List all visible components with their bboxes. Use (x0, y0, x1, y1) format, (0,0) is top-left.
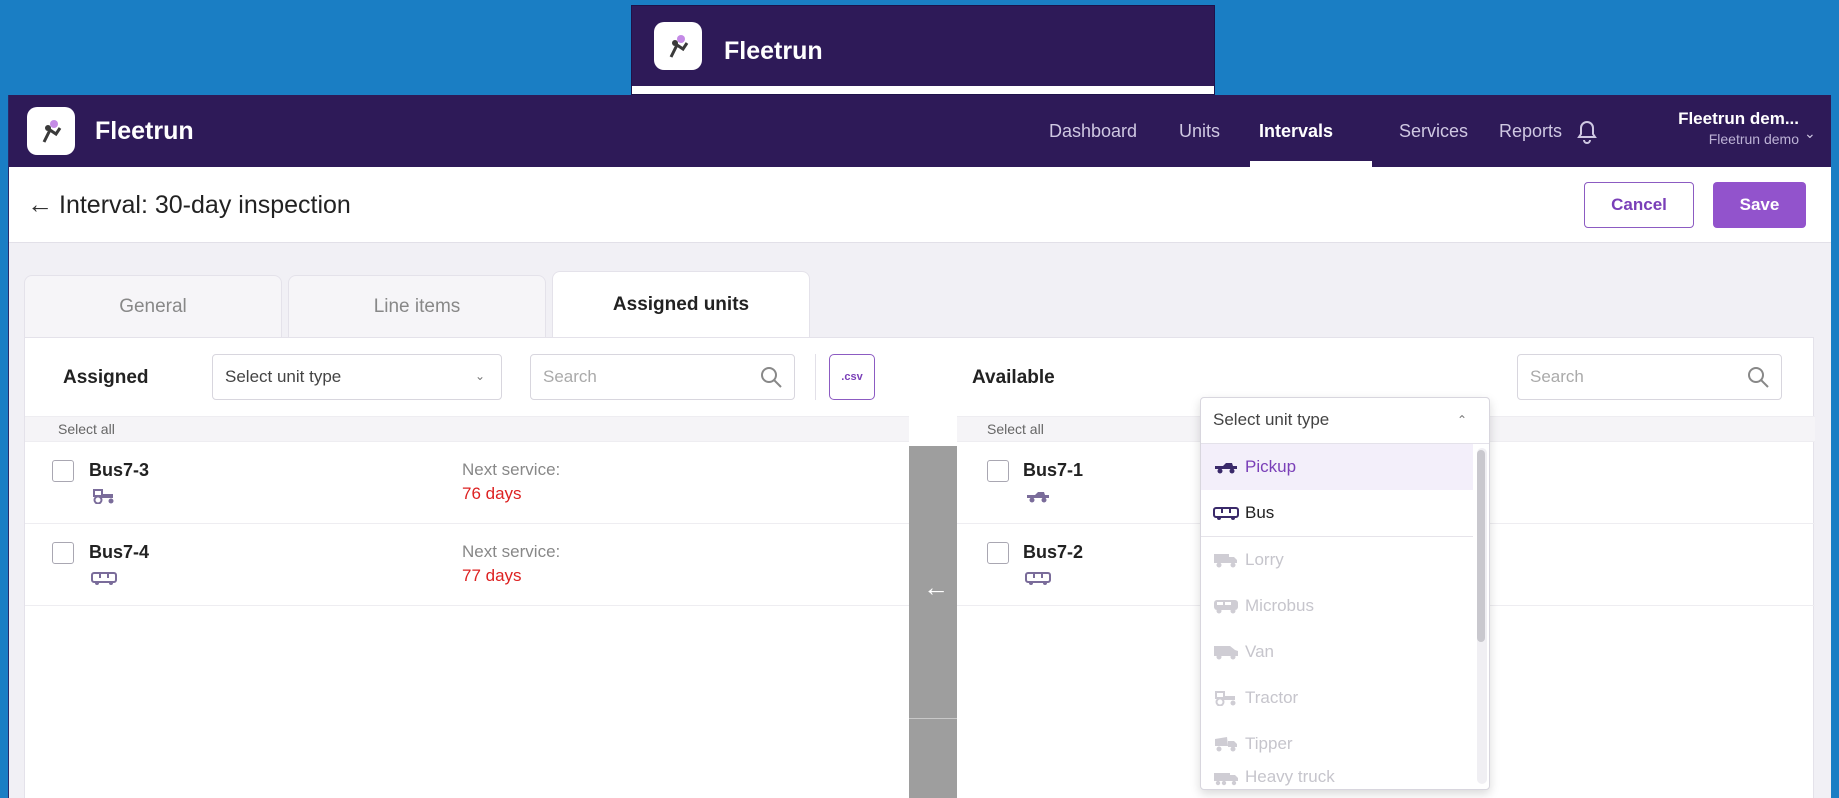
search-icon (1748, 367, 1769, 388)
user-name: Fleetrun dem... (1678, 109, 1799, 128)
option-label: Microbus (1245, 596, 1314, 615)
next-service-value: 76 days (462, 484, 522, 503)
option-pickup[interactable]: Pickup (1201, 444, 1473, 490)
next-service-label: Next service: (462, 460, 561, 479)
divider (909, 718, 957, 719)
option-label: Tipper (1245, 734, 1293, 753)
option-label: Heavy truck (1245, 767, 1335, 786)
divider (815, 354, 816, 400)
app-logo-icon[interactable] (27, 107, 75, 155)
row-checkbox[interactable] (52, 460, 74, 482)
unit-name: Bus7-2 (1023, 542, 1084, 562)
chevron-up-icon: ⌃ (1456, 413, 1467, 427)
next-service-label: Next service: (462, 542, 561, 561)
tab-line-items[interactable]: Line items (288, 275, 546, 337)
option-label: Van (1245, 642, 1274, 661)
search-icon (761, 367, 782, 388)
assigned-units-panel: Assigned Select unit type ⌄ Search .csv … (24, 337, 1815, 798)
bus-icon (91, 572, 117, 585)
table-row[interactable]: Bus7-3 Next service: 76 days (25, 442, 909, 524)
lorry-icon (1214, 554, 1237, 568)
unit-name: Bus7-1 (1023, 460, 1084, 480)
tractor-icon (93, 489, 114, 504)
option-label: Lorry (1245, 550, 1284, 569)
assigned-unit-type-select[interactable]: Select unit type ⌄ (212, 354, 502, 400)
user-menu[interactable]: Fleetrun dem... Fleetrun demo (1659, 109, 1799, 147)
background-window: Fleetrun (631, 5, 1215, 95)
microbus-icon (1214, 600, 1238, 614)
assigned-label: Assigned (63, 367, 149, 388)
option-heavy-truck: Heavy truck (1201, 767, 1473, 789)
app-window: Fleetrun Dashboard Units Intervals Servi… (8, 95, 1831, 798)
page-header: ← Interval: 30-day inspection Cancel Sav… (9, 167, 1831, 243)
unit-name: Bus7-4 (89, 542, 150, 562)
option-label: Bus (1245, 503, 1275, 522)
option-label: Tractor (1245, 688, 1299, 707)
unit-name: Bus7-3 (89, 460, 150, 480)
bus-icon (1025, 572, 1051, 585)
unit-type-dropdown[interactable]: Select unit type ⌃ Pickup Bus Lorry Micr… (1200, 397, 1490, 790)
select-value: Select unit type (225, 367, 342, 386)
option-tipper: Tipper (1201, 721, 1473, 767)
table-row[interactable]: Bus7-4 Next service: 77 days (25, 524, 909, 606)
search-placeholder: Search (1530, 367, 1584, 386)
csv-export-button[interactable]: .csv (829, 354, 875, 400)
van-icon (1214, 646, 1238, 660)
chevron-down-icon: ⌄ (474, 369, 485, 383)
transfer-column: ← (909, 446, 957, 798)
top-navbar: Fleetrun Dashboard Units Intervals Servi… (9, 95, 1831, 167)
option-bus[interactable]: Bus (1201, 490, 1473, 536)
available-unit-type-select[interactable]: Select unit type ⌃ (1201, 398, 1489, 444)
next-service-value: 77 days (462, 566, 522, 585)
row-checkbox[interactable] (52, 542, 74, 564)
option-lorry: Lorry (1201, 537, 1473, 583)
bus-icon (1213, 507, 1239, 520)
nav-reports[interactable]: Reports (1499, 95, 1562, 167)
save-button[interactable]: Save (1713, 182, 1806, 228)
app-brand[interactable]: Fleetrun (95, 117, 194, 146)
option-tractor: Tractor (1201, 675, 1473, 721)
nav-intervals[interactable]: Intervals (1259, 95, 1333, 167)
chevron-down-icon[interactable]: ⌄ (1804, 125, 1816, 142)
available-label: Available (972, 367, 1055, 388)
option-van: Van (1201, 629, 1473, 675)
arrow-left-icon[interactable]: ← (27, 191, 53, 217)
row-checkbox[interactable] (987, 542, 1009, 564)
tab-general[interactable]: General (24, 275, 282, 337)
select-value: Select unit type (1213, 410, 1330, 429)
option-microbus: Microbus (1201, 583, 1473, 629)
nav-services[interactable]: Services (1399, 95, 1468, 167)
app-logo-icon (654, 22, 702, 70)
assigned-select-all[interactable]: Select all (25, 416, 909, 442)
search-placeholder: Search (543, 367, 597, 386)
pickup-icon (1027, 492, 1049, 503)
tractor-icon (1215, 691, 1236, 706)
available-search-input[interactable]: Search (1517, 354, 1782, 400)
option-label: Pickup (1245, 457, 1297, 476)
tab-assigned-units[interactable]: Assigned units (552, 271, 810, 337)
page-title: Interval: 30-day inspection (59, 191, 351, 219)
arrow-left-icon[interactable]: ← (923, 572, 949, 603)
bell-icon[interactable] (1574, 117, 1600, 145)
heavy-truck-icon (1214, 773, 1238, 786)
window-strip (632, 86, 1214, 94)
user-account: Fleetrun demo (1708, 131, 1799, 147)
nav-dashboard[interactable]: Dashboard (1049, 95, 1137, 167)
assigned-search-input[interactable]: Search (530, 354, 795, 400)
cancel-button[interactable]: Cancel (1584, 182, 1694, 228)
tipper-icon (1215, 737, 1237, 752)
scrollbar-thumb[interactable] (1477, 450, 1485, 642)
row-checkbox[interactable] (987, 460, 1009, 482)
app-brand: Fleetrun (724, 37, 823, 65)
nav-units[interactable]: Units (1179, 95, 1220, 167)
pickup-icon (1215, 463, 1237, 474)
